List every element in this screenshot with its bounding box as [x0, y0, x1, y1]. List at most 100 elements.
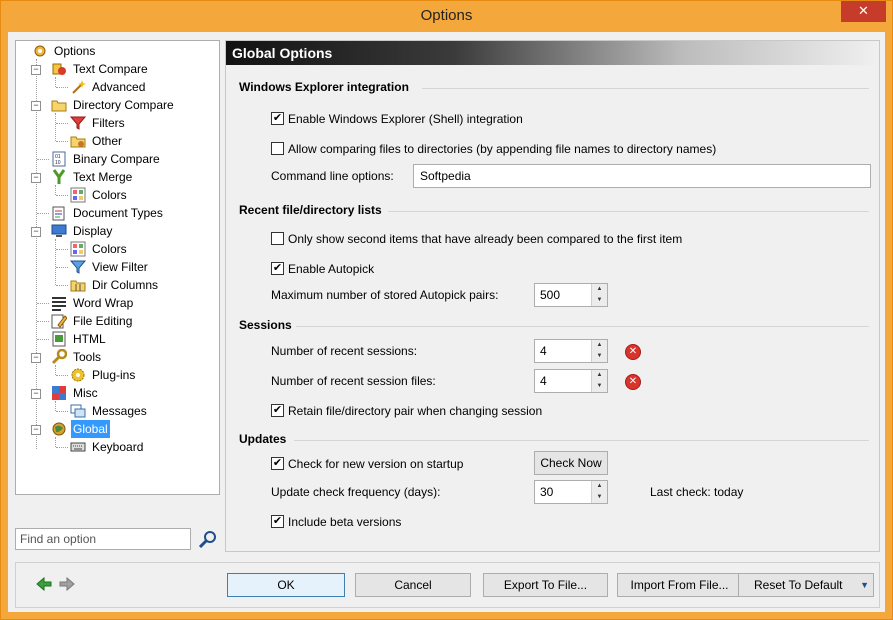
title-bar[interactable]: Options ✕ [1, 1, 892, 32]
window-title: Options [420, 7, 473, 24]
tree-item-label: Tools [73, 350, 102, 364]
search-icon[interactable] [198, 529, 218, 549]
max-pairs-spinner[interactable]: 500 ▲ ▼ [534, 283, 608, 307]
tree-line [56, 267, 68, 268]
bottom-bar: OK Cancel Export To File... Import From … [15, 562, 880, 608]
checkbox-box: ✔ [271, 262, 284, 275]
spinner-value: 500 [540, 288, 561, 302]
tree-line [56, 285, 68, 286]
import-button[interactable]: Import From File... [617, 573, 742, 597]
max-pairs-label: Maximum number of stored Autopick pairs: [271, 288, 499, 302]
funnel-icon [70, 260, 86, 274]
spinner-buttons: ▲ ▼ [591, 284, 607, 306]
spin-up-icon[interactable]: ▲ [592, 340, 607, 351]
tree-line [37, 213, 49, 214]
messages-icon [70, 404, 86, 418]
folder-compare-icon [51, 100, 67, 112]
tree-item-label: HTML [73, 332, 106, 346]
section-divider [388, 211, 869, 212]
collapse-toggle[interactable]: − [31, 65, 41, 75]
forward-arrow-icon[interactable] [59, 577, 75, 591]
tree-item-label: Document Types [73, 206, 163, 220]
tree-line [56, 141, 68, 142]
collapse-toggle[interactable]: − [31, 389, 41, 399]
spin-down-icon[interactable]: ▼ [592, 492, 607, 503]
spin-down-icon[interactable]: ▼ [592, 351, 607, 362]
tree-item-label: Binary Compare [73, 152, 160, 166]
spin-up-icon[interactable]: ▲ [592, 284, 607, 295]
frequency-spinner[interactable]: 30 ▲ ▼ [534, 480, 608, 504]
collapse-toggle[interactable]: − [31, 173, 41, 183]
back-arrow-icon[interactable] [36, 577, 52, 591]
tree-line [56, 447, 68, 448]
tree-line [55, 437, 56, 447]
tree-line [37, 159, 49, 160]
spinner-buttons: ▲ ▼ [591, 481, 607, 503]
section-divider [422, 88, 869, 89]
recent-sessions-spinner[interactable]: 4 ▲ ▼ [534, 339, 608, 363]
export-button[interactable]: Export To File... [483, 573, 608, 597]
binary-icon: 0110 [52, 151, 66, 167]
tree-item-label: Filters [92, 116, 125, 130]
section-title: Windows Explorer integration [239, 80, 409, 94]
color-grid-icon [70, 187, 86, 203]
frequency-label: Update check frequency (days): [271, 485, 441, 499]
clear-recent-files-icon[interactable]: ✕ [625, 374, 641, 390]
tree-line [56, 375, 68, 376]
tree-item-label: Colors [92, 242, 127, 256]
tree-item-label: Messages [92, 404, 147, 418]
checkbox-label: Include beta versions [288, 515, 402, 529]
collapse-toggle[interactable]: − [31, 353, 41, 363]
last-check-text: Last check: today [650, 485, 744, 499]
tree-item-label: Directory Compare [73, 98, 174, 112]
checkbox-box [271, 232, 284, 245]
tree-line [56, 195, 68, 196]
collapse-toggle[interactable]: − [31, 227, 41, 237]
spin-down-icon[interactable]: ▼ [592, 295, 607, 306]
check-now-button[interactable]: Check Now [534, 451, 608, 475]
command-line-input[interactable]: Softpedia [413, 164, 871, 188]
tree-line [55, 185, 56, 195]
ok-button[interactable]: OK [227, 573, 345, 597]
client-area: Options − Text Compare Advanced − Direct… [8, 32, 885, 612]
tree-item-label: Options [54, 44, 96, 58]
options-window: Options ✕ Options − Text Compare Advance… [0, 0, 893, 620]
text-compare-icon [52, 63, 66, 75]
spin-up-icon[interactable]: ▲ [592, 481, 607, 492]
collapse-toggle[interactable]: − [31, 425, 41, 435]
collapse-toggle[interactable]: − [31, 101, 41, 111]
recent-files-spinner[interactable]: 4 ▲ ▼ [534, 369, 608, 393]
cancel-button[interactable]: Cancel [355, 573, 471, 597]
tree-line [55, 113, 56, 141]
spinner-buttons: ▲ ▼ [591, 340, 607, 362]
tree-line [55, 401, 56, 411]
tree-line [56, 411, 68, 412]
tree-item-label: Misc [73, 386, 98, 400]
section-title: Updates [239, 432, 287, 446]
panel-header: Global Options [226, 41, 879, 65]
chevron-down-icon[interactable]: ▼ [860, 574, 869, 596]
tree-item-label: Other [92, 134, 123, 148]
checkbox-label: Allow comparing files to directories (by… [288, 142, 717, 156]
filter-icon [70, 116, 86, 130]
section-title: Recent file/directory lists [239, 203, 382, 217]
command-line-label: Command line options: [271, 169, 394, 183]
tree-line [56, 87, 68, 88]
close-button[interactable]: ✕ [841, 1, 886, 22]
recent-sessions-label: Number of recent sessions: [271, 344, 418, 358]
tree-item-label: Advanced [92, 80, 146, 94]
edit-pencil-icon [51, 314, 67, 329]
tree-item-label: Display [73, 224, 113, 238]
options-tree[interactable]: Options − Text Compare Advanced − Direct… [15, 40, 220, 495]
tree-line [56, 123, 68, 124]
misc-icon [52, 386, 66, 400]
find-option-input[interactable] [15, 528, 191, 550]
checkbox-box: ✔ [271, 112, 284, 125]
reset-default-label: Reset To Default [754, 578, 843, 592]
spin-up-icon[interactable]: ▲ [592, 370, 607, 381]
tree-item-label: Global [71, 420, 110, 438]
reset-default-button[interactable]: Reset To Default ▼ [738, 573, 874, 597]
spin-down-icon[interactable]: ▼ [592, 381, 607, 392]
clear-recent-sessions-icon[interactable]: ✕ [625, 344, 641, 360]
recent-files-label: Number of recent session files: [271, 374, 436, 388]
